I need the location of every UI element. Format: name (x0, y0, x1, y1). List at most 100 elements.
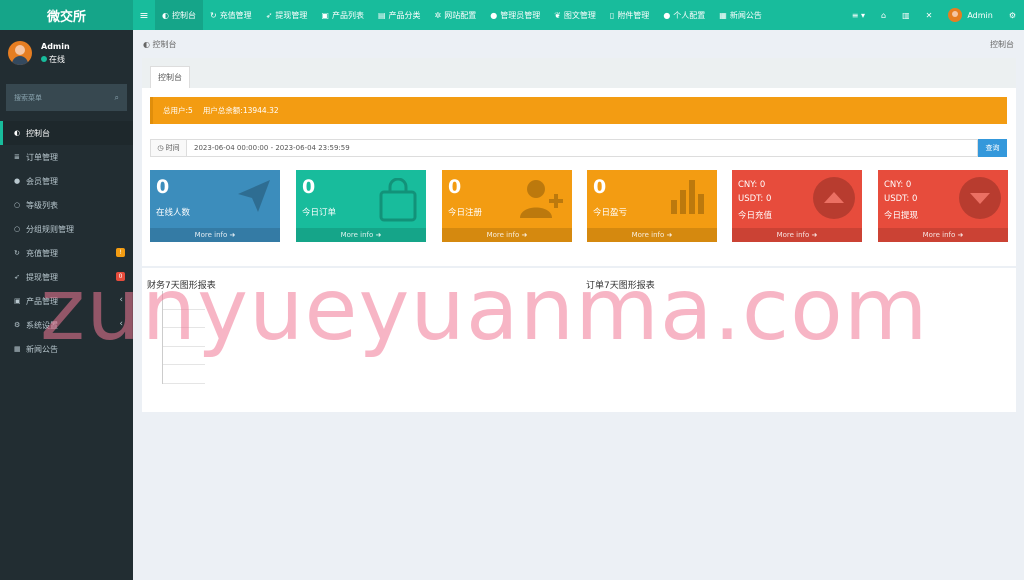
home-button[interactable]: ⌂ (873, 0, 894, 30)
topnav-item-profile[interactable]: ● 个人配置 (656, 0, 712, 30)
multitab-menu-button[interactable]: ≡ ▾ (844, 0, 873, 30)
topnav-item-withdraw[interactable]: ➶ 提现管理 (259, 0, 315, 30)
topnav-right: ≡ ▾ ⌂ ▥ ✕ Admin ⚙ (844, 0, 1024, 30)
chevron-left-icon: ‹ (119, 295, 123, 305)
topnav-item-news[interactable]: ▦ 新闻公告 (712, 0, 769, 30)
user-panel: Admin 在线 (0, 34, 133, 72)
breadcrumb-left[interactable]: ◐ 控制台 (143, 39, 177, 50)
expand-icon: ✕ (925, 10, 933, 20)
sidebar-item-withdraw[interactable]: ➶ 提现管理 0 (0, 265, 133, 289)
search-input[interactable] (14, 93, 104, 102)
query-button[interactable]: 查询 (978, 139, 1007, 157)
newspaper-icon: ▦ (719, 10, 727, 20)
sidebar-item-levels[interactable]: ○ 等级列表 (0, 193, 133, 217)
notification-badge: 0 (116, 272, 125, 281)
sidebar-item-settings[interactable]: ⚙ 系统设置 ‹ (0, 313, 133, 337)
briefcase-icon: ▣ (321, 10, 329, 20)
sidebar-item-group-rules[interactable]: ○ 分组规则管理 (0, 217, 133, 241)
topnav-item-categories[interactable]: ▤ 产品分类 (371, 0, 428, 30)
sidebar-item-news[interactable]: ▦ 新闻公告 (0, 337, 133, 361)
stat-value: 0 (593, 176, 607, 198)
dashboard-icon: ◐ (162, 10, 169, 20)
gears-icon: ⚙ (1008, 10, 1016, 20)
dashboard-icon: ◐ (143, 39, 153, 49)
stat-value: 0 (156, 176, 170, 198)
user-status: 在线 (41, 54, 70, 65)
tab-dashboard[interactable]: 控制台 (150, 66, 190, 88)
search-icon[interactable]: ⌕ (115, 93, 119, 103)
circle-icon: ○ (14, 201, 21, 209)
stat-cny: CNY: 0 (884, 180, 912, 190)
more-info-link[interactable]: More info ➜ (878, 228, 1008, 242)
sidebar-item-orders[interactable]: ≣ 订单管理 (0, 145, 133, 169)
online-dot-icon (41, 56, 47, 62)
clock-icon: ◷ (157, 144, 166, 152)
date-range-input[interactable]: 2023-06-04 00:00:00 - 2023-06-04 23:59:5… (187, 139, 978, 157)
stat-cny: CNY: 0 (738, 180, 766, 190)
sidebar-item-products[interactable]: ▣ 产品管理 ‹ (0, 289, 133, 313)
date-label: ◷ 时间 (150, 139, 187, 157)
topnav-item-recharge[interactable]: ↻ 充值管理 (203, 0, 259, 30)
chevron-left-icon: ‹ (119, 319, 123, 329)
stat-value: 0 (448, 176, 462, 198)
fullscreen-button[interactable]: ✕ (918, 0, 941, 30)
sidebar-item-dashboard[interactable]: ◐ 控制台 (0, 121, 133, 145)
arrow-circle-right-icon: ➜ (666, 231, 673, 239)
stat-usdt: USDT: 0 (884, 194, 918, 204)
more-info-link[interactable]: More info ➜ (296, 228, 426, 242)
settings-button[interactable]: ⚙ (1001, 0, 1024, 30)
topnav-item-products[interactable]: ▣ 产品列表 (314, 0, 371, 30)
paper-plane-icon (238, 180, 270, 212)
briefcase-icon: ▣ (14, 297, 21, 305)
list-icon: ≡ ▾ (851, 10, 865, 20)
topnav-item-dashboard[interactable]: ◐ 控制台 (155, 0, 203, 30)
breadcrumb: ◐ 控制台 控制台 (133, 30, 1024, 58)
stat-label: 在线人数 (156, 208, 191, 218)
stat-label: 今日盈亏 (593, 208, 628, 218)
users-icon: ● (14, 177, 21, 185)
topnav-item-attachments[interactable]: ▯ 附件管理 (603, 0, 656, 30)
topnav-item-articles[interactable]: ❦ 图文管理 (547, 0, 603, 30)
more-info-link[interactable]: More info ➜ (150, 228, 280, 242)
sidebar: Admin 在线 ⌕ ◐控制台 ≣订单管理 ●会员管理 ○等级列表 ○分组规则管… (0, 30, 133, 580)
sidebar-item-recharge[interactable]: ↻ 充值管理! (0, 241, 133, 265)
sidebar-toggle-button[interactable]: ≡ (133, 0, 155, 30)
topnav-item-admins[interactable]: ● 管理员管理 (483, 0, 547, 30)
topnav-item-site-config[interactable]: ✲ 网站配置 (428, 0, 484, 30)
finance-chart-grid (162, 291, 205, 384)
stat-box-online-users: 0 在线人数 More info ➜ (150, 170, 280, 242)
sidebar-item-members[interactable]: ● 会员管理 (0, 169, 133, 193)
clear-cache-button[interactable]: ▥ (894, 0, 918, 30)
user-name: Admin (41, 41, 70, 51)
arrow-down-circle-icon (959, 177, 1001, 219)
leaf-icon: ❦ (554, 10, 561, 20)
orders-chart-title: 订单7天图形报表 (586, 281, 655, 291)
stat-box-today-recharge: CNY: 0 USDT: 0 今日充值 More info ➜ (732, 170, 862, 242)
arrow-circle-right-icon: ➜ (521, 231, 528, 239)
gears-icon: ⚙ (14, 321, 21, 329)
app-logo[interactable]: 微交所 (0, 0, 133, 30)
breadcrumb-right: 控制台 (990, 39, 1014, 49)
gear-icon: ✲ (434, 10, 442, 20)
total-balance-text: 用户总余额:13944.32 (202, 106, 279, 115)
refresh-icon: ↻ (14, 249, 20, 257)
top-navbar: 微交所 ≡ ◐ 控制台 ↻ 充值管理 ➶ 提现管理 ▣ 产品列表 ▤ 产品分类 ✲ 网站配置… (0, 0, 1024, 30)
more-info-link[interactable]: More info ➜ (732, 228, 862, 242)
user-menu[interactable]: Admin (940, 0, 1001, 30)
stat-box-today-profit: 0 今日盈亏 More info ➜ (587, 170, 717, 242)
more-info-link[interactable]: More info ➜ (442, 228, 572, 242)
stat-label: 今日注册 (448, 208, 483, 218)
bars-icon: ≡ (139, 8, 149, 22)
shopping-bag-icon (379, 178, 417, 222)
date-range-filter: ◷ 时间 2023-06-04 00:00:00 - 2023-06-04 23… (150, 139, 1007, 157)
stat-box-today-orders: 0 今日订单 More info ➜ (296, 170, 426, 242)
stat-value: 0 (302, 176, 316, 198)
home-icon: ⌂ (880, 10, 887, 20)
avatar (948, 8, 963, 22)
stat-label: 今日订单 (302, 208, 337, 218)
user-plus-icon (520, 180, 563, 218)
arrow-circle-right-icon: ➜ (229, 231, 236, 239)
more-info-link[interactable]: More info ➜ (587, 228, 717, 242)
total-users-text: 总用户:5 (163, 106, 193, 115)
stat-label: 今日充值 (738, 211, 773, 221)
